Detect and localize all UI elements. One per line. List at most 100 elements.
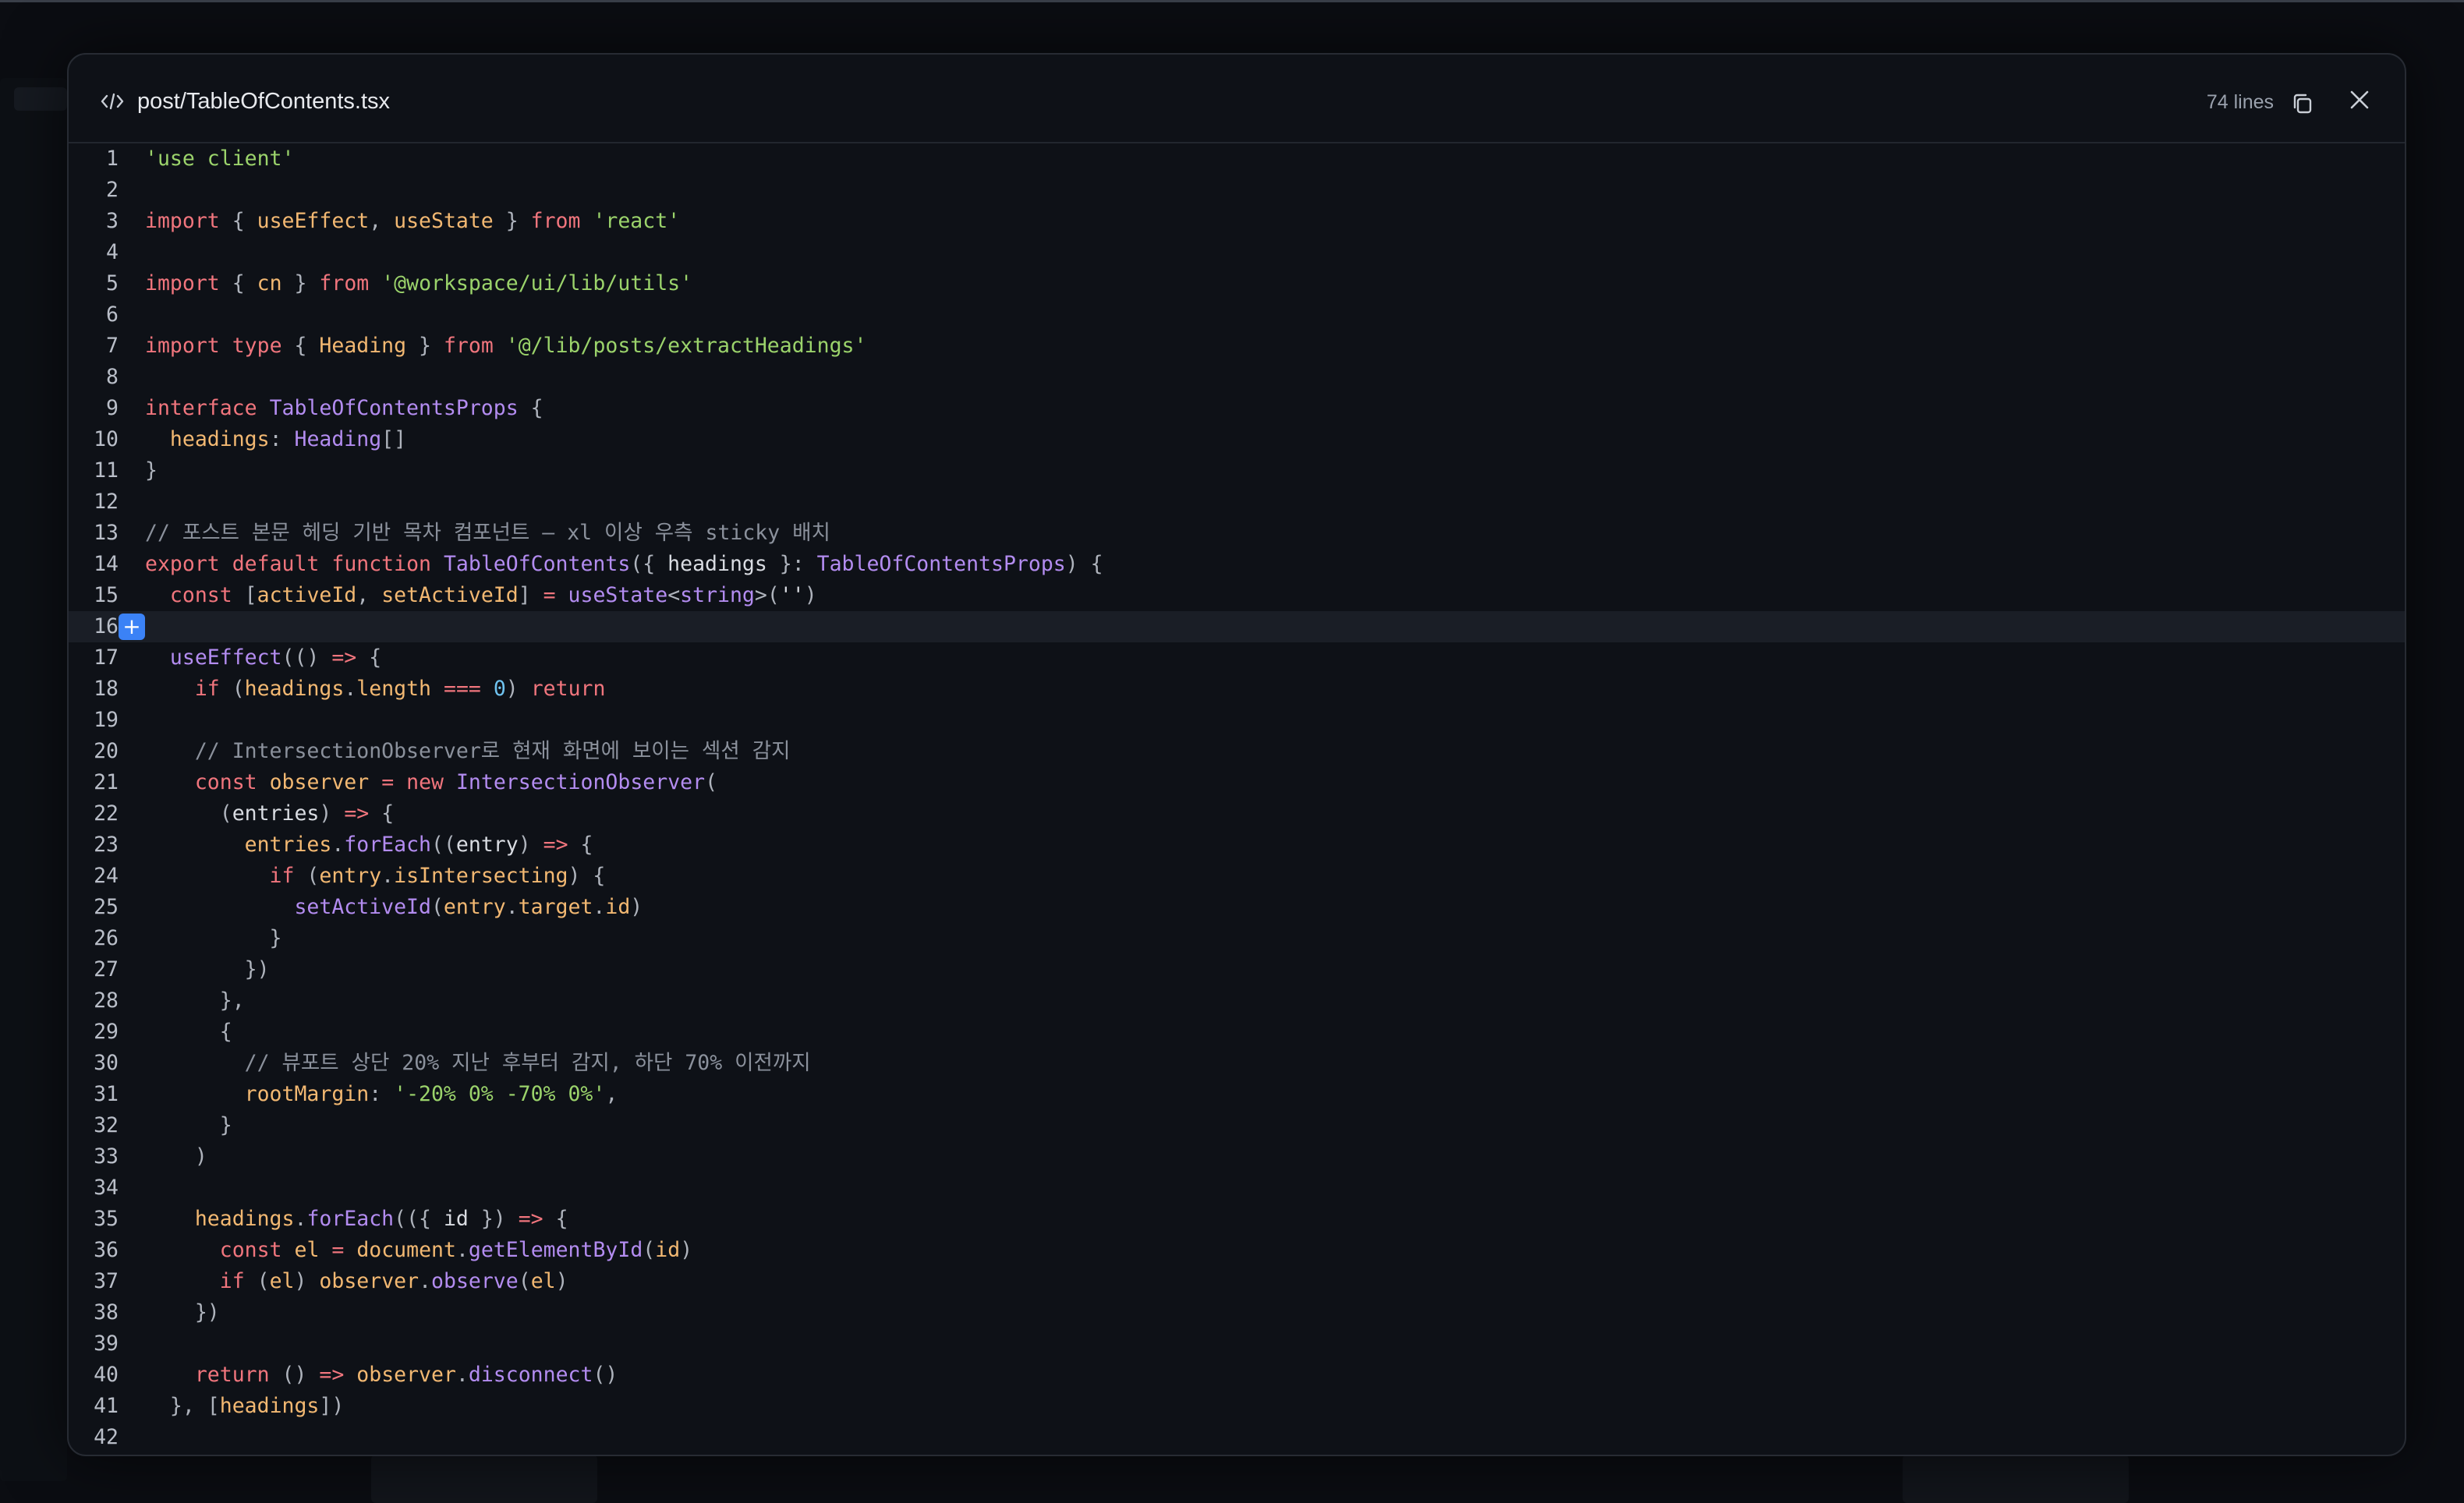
identifier-token: headings [194,1207,295,1231]
punctuation-token: : [369,1082,395,1106]
function-token: disconnect [468,1363,593,1387]
punctuation-token: [] [381,427,407,451]
comment-token: // 뷰포트 상단 20% 지난 후부터 감지, 하단 70% 이전까지 [244,1051,811,1075]
code-line: 11} [69,455,2405,486]
code-line: 26 } [69,923,2405,954]
keyword-token: if [219,1269,245,1293]
line-number: 26 [94,926,119,950]
line-number: 28 [94,988,119,1013]
code-line: 22 (entries) => { [69,798,2405,829]
line-content: }) [145,954,270,985]
code-line: 2 [69,175,2405,206]
number-token: 0 [493,677,506,701]
line-number: 1 [106,147,119,171]
punctuation-token: { [518,396,543,420]
line-content: const observer = new IntersectionObserve… [145,767,717,798]
code-line: 12 [69,486,2405,518]
keyword-token: = [331,1238,345,1262]
function-token: TableOfContents [443,552,631,576]
keyword-token: => [543,833,568,857]
punctuation-token: ) [804,583,817,607]
line-content: headings.forEach(({ id }) => { [145,1204,568,1235]
punctuation-token: ({ [630,552,668,576]
punctuation-token: ( [294,864,320,888]
code-icon [101,93,124,110]
line-number: 40 [94,1363,119,1387]
code-line: 34 [69,1172,2405,1204]
code-viewport[interactable]: 1'use client' 2 3 import { useEffect, useSt… [69,143,2405,1455]
line-content: }) [145,1297,220,1328]
punctuation-token: ) { [1065,552,1103,576]
punctuation-token: }, [219,988,245,1013]
punctuation-token: [ [232,583,257,607]
function-token: setActiveId [294,895,431,919]
string-token: 'react' [593,209,681,233]
punctuation-token: ) [194,1144,207,1169]
punctuation-token: (({ [394,1207,444,1231]
line-content: import type { Heading } from '@/lib/post… [145,331,866,362]
punctuation-token: . [331,833,345,857]
punctuation-token: ( [219,801,232,826]
punctuation-token: . [419,1269,432,1293]
keyword-token: => [344,801,370,826]
background-nav-item [14,87,67,111]
punctuation-token: { [219,1020,232,1044]
code-line: 28 }, [69,985,2405,1017]
code-line: 3 import { useEffect, useState } from 're… [69,206,2405,237]
line-number: 33 [94,1144,119,1169]
punctuation-token: } [145,458,158,483]
line-content: if (headings.length === 0) return [145,674,606,705]
identifier-token: activeId [257,583,357,607]
punctuation-token: ) { [568,864,606,888]
punctuation-token: (() [281,645,332,670]
line-number: 42 [94,1425,119,1449]
punctuation-token: . [455,1238,469,1262]
function-token: getElementById [468,1238,643,1262]
line-number: 24 [94,864,119,888]
punctuation-token: (( [430,833,456,857]
line-content: // IntersectionObserver로 현재 화면에 보이는 섹션 감… [145,736,791,767]
keyword-token: interface [145,396,257,420]
code-line: 30 // 뷰포트 상단 20% 지난 후부터 감지, 하단 70% 이전까지 [69,1048,2405,1079]
line-content: if (el) observer.observe(el) [145,1266,568,1297]
punctuation-token: ) [630,895,643,919]
close-icon[interactable] [2344,84,2375,115]
copy-icon[interactable] [2289,90,2316,117]
punctuation-token: . [455,1363,469,1387]
line-content: headings: Heading[] [145,424,406,455]
line-content: if (entry.isIntersecting) { [145,861,606,892]
background-panel [0,78,67,1481]
punctuation-token: } [269,926,282,950]
string-token: '@workspace/ui/lib/utils' [381,271,693,295]
function-token: TableOfContentsProps [269,396,519,420]
line-number: 16 [94,614,119,638]
line-number: 23 [94,833,119,857]
line-content: import { cn } from '@workspace/ui/lib/ut… [145,268,692,299]
add-comment-button[interactable]: + [119,614,145,640]
function-token: string [680,583,755,607]
identifier-token: target [518,895,593,919]
line-number: 43 [69,1453,119,1455]
text-token: entries [232,801,320,826]
punctuation-token: { [356,645,382,670]
line-number: 35 [94,1207,119,1231]
punctuation-token: ]) [319,1394,345,1418]
line-number: 2 [106,178,119,202]
line-content: export default function TableOfContents(… [145,549,1103,580]
punctuation-token: }) [244,957,270,981]
code-line: 9 interface TableOfContentsProps { [69,393,2405,424]
punctuation-token: }: [766,552,817,576]
keyword-token: if [269,864,295,888]
function-token: IntersectionObserver [455,770,706,794]
